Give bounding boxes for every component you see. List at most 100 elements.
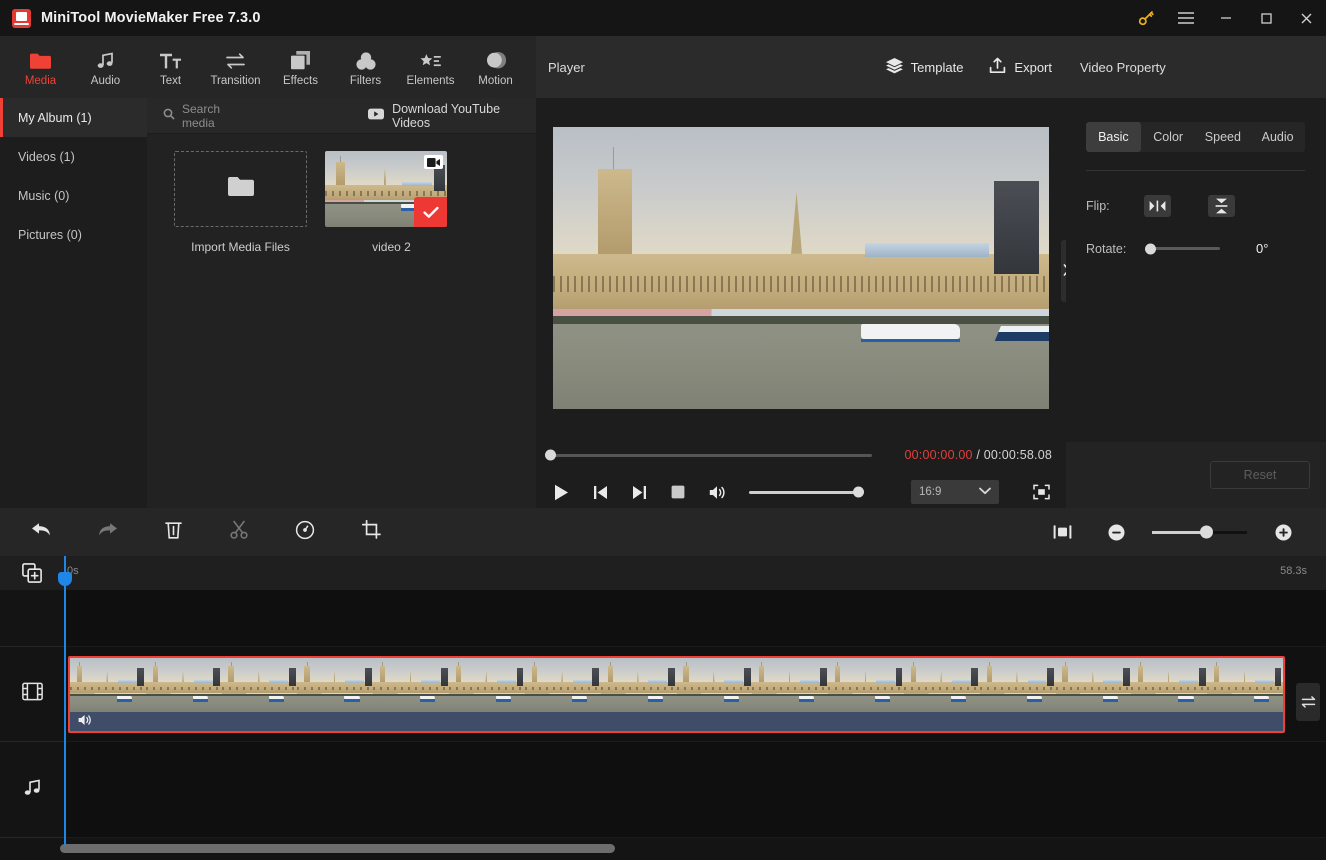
export-button[interactable]: Export (989, 57, 1052, 77)
film-strip-icon (21, 681, 43, 707)
property-panel-footer: Reset (1066, 442, 1326, 508)
playback-progress-row: 00:00:00.00 / 00:00:58.08 (536, 438, 1066, 472)
zoom-slider-fill (1152, 530, 1207, 534)
zoom-out-icon[interactable] (1089, 508, 1143, 556)
scissors-icon (230, 520, 248, 544)
rotate-slider[interactable] (1145, 243, 1220, 254)
nav-tab-motion[interactable]: Motion (463, 36, 528, 98)
split-button[interactable] (212, 508, 266, 556)
stop-button[interactable] (667, 481, 689, 503)
timeline-clip-video-2[interactable] (68, 656, 1285, 733)
add-media-to-timeline-icon[interactable] (0, 556, 64, 590)
selected-check-badge[interactable] (414, 197, 447, 227)
key-icon[interactable] (1126, 0, 1166, 36)
property-divider (1086, 170, 1305, 171)
property-panel-body: Basic Color Speed Audio Flip: Rotate: 0° (1066, 98, 1326, 470)
nav-tab-audio[interactable]: Audio (73, 36, 138, 98)
ruler-ticks[interactable]: 0s 58.3s (64, 556, 1326, 590)
hamburger-menu-icon[interactable] (1166, 0, 1206, 36)
tab-label: Basic (1098, 130, 1129, 144)
chevron-down-icon (979, 486, 991, 498)
timeline-zoom-controls (1035, 508, 1326, 556)
flip-horizontal-icon[interactable] (1144, 195, 1171, 217)
crop-icon (361, 519, 381, 544)
clip-thumbnail-strip (70, 658, 1283, 712)
nav-tab-effects[interactable]: Effects (268, 36, 333, 98)
minimize-icon[interactable] (1206, 0, 1246, 36)
tab-speed[interactable]: Speed (1196, 122, 1251, 152)
track-header-overlay[interactable] (0, 590, 64, 647)
aspect-ratio-select[interactable]: 16:9 (911, 480, 999, 504)
speed-button[interactable] (278, 508, 332, 556)
nav-tab-elements[interactable]: Elements (398, 36, 463, 98)
import-media-cell[interactable]: Import Media Files (174, 151, 307, 254)
redo-button[interactable] (80, 508, 134, 556)
timeline-horizontal-scrollbar[interactable] (0, 844, 1326, 854)
nav-tab-transition[interactable]: Transition (203, 36, 268, 98)
video-track-lane[interactable] (64, 647, 1326, 742)
overlay-track-lane[interactable] (64, 590, 1326, 647)
playhead[interactable] (58, 556, 72, 846)
track-header-video[interactable] (0, 647, 64, 742)
tab-basic[interactable]: Basic (1086, 122, 1141, 152)
rotate-row: Rotate: 0° (1086, 241, 1306, 256)
fit-to-screen-icon[interactable] (1035, 508, 1089, 556)
aspect-ratio-value: 16:9 (919, 486, 942, 498)
motion-circle-icon (486, 48, 506, 70)
playback-progress-handle[interactable] (545, 449, 556, 461)
fullscreen-button[interactable] (1030, 481, 1052, 503)
playback-progress-slider[interactable] (545, 449, 872, 461)
rotate-handle[interactable] (1145, 243, 1156, 254)
zoom-slider-handle[interactable] (1200, 525, 1213, 539)
media-library-panel: My Album (1) Videos (1) Music (0) Pictur… (0, 98, 536, 508)
search-placeholder: Search media (182, 101, 221, 130)
time-separator: / (976, 448, 981, 462)
next-frame-button[interactable] (628, 481, 650, 503)
nav-tab-label: Text (159, 74, 182, 87)
maximize-icon[interactable] (1246, 0, 1286, 36)
nav-tab-text[interactable]: Text (138, 36, 203, 98)
swap-arrows-icon[interactable] (1296, 683, 1320, 721)
template-button[interactable]: Template (885, 57, 964, 77)
import-media-dropzone[interactable] (174, 151, 307, 227)
album-item-label: Videos (1) (18, 149, 75, 164)
template-label: Template (910, 59, 964, 75)
album-item-label: Music (0) (18, 188, 70, 203)
tab-audio[interactable]: Audio (1250, 122, 1305, 152)
volume-icon[interactable] (706, 481, 728, 503)
search-input[interactable]: Search media (163, 102, 253, 130)
track-header-audio[interactable] (0, 742, 64, 838)
volume-handle[interactable] (853, 486, 864, 498)
previous-frame-button[interactable] (589, 481, 611, 503)
audio-track-lane[interactable] (64, 742, 1326, 838)
reset-button[interactable]: Reset (1210, 461, 1310, 489)
nav-tab-media[interactable]: Media (8, 36, 73, 98)
album-item-videos[interactable]: Videos (1) (0, 137, 147, 176)
album-item-pictures[interactable]: Pictures (0) (0, 215, 147, 254)
player-stage (536, 98, 1066, 438)
close-icon[interactable] (1286, 0, 1326, 36)
nav-tab-filters[interactable]: Filters (333, 36, 398, 98)
scrollbar-thumb[interactable] (60, 844, 615, 853)
speaker-icon[interactable] (78, 713, 92, 731)
volume-slider[interactable] (749, 486, 864, 498)
zoom-in-icon[interactable] (1256, 508, 1310, 556)
property-tabs: Basic Color Speed Audio (1086, 122, 1305, 152)
media-thumbnail[interactable] (325, 151, 447, 227)
playhead-handle[interactable] (58, 572, 72, 586)
download-youtube-button[interactable]: Download YouTube Videos (368, 102, 536, 130)
tab-color[interactable]: Color (1141, 122, 1196, 152)
media-item-video-2[interactable]: video 2 (325, 151, 458, 254)
crop-button[interactable] (344, 508, 398, 556)
flip-vertical-icon[interactable] (1208, 195, 1235, 217)
timeline-zoom-slider[interactable] (1152, 525, 1247, 539)
video-preview[interactable] (553, 127, 1049, 409)
clip-audio-bar[interactable] (70, 712, 1283, 731)
album-item-my-album[interactable]: My Album (1) (0, 98, 147, 137)
undo-button[interactable] (14, 508, 68, 556)
play-button[interactable] (550, 481, 572, 503)
video-type-badge-icon (424, 155, 443, 169)
delete-button[interactable] (146, 508, 200, 556)
folder-icon (227, 176, 254, 202)
album-item-music[interactable]: Music (0) (0, 176, 147, 215)
